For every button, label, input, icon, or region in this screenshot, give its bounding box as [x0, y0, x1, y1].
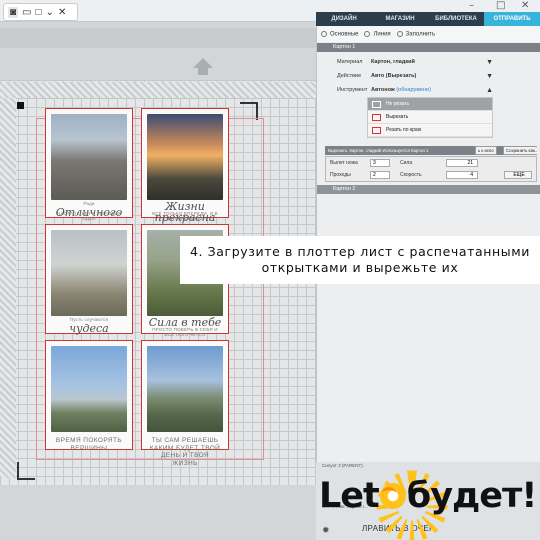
- mat-margin-top: [0, 82, 316, 98]
- nav-design[interactable]: ДИЗАЙН: [316, 12, 372, 26]
- speed-input[interactable]: 4: [446, 171, 478, 179]
- instruction-caption: 4. Загрузите в плоттер лист с распечатан…: [180, 236, 540, 284]
- more-button[interactable]: ЕЩЕ: [504, 171, 532, 179]
- tool-label: Инструмент: [337, 87, 368, 93]
- postcard-photo: [51, 230, 127, 316]
- gear-icon[interactable]: ✹: [322, 525, 330, 536]
- video-icon[interactable]: ▭: [22, 7, 31, 18]
- maximize-button[interactable]: □: [496, 0, 505, 12]
- chevron-down-icon[interactable]: ▼: [486, 59, 493, 66]
- speed-label: Скорость: [400, 172, 422, 178]
- passes-input[interactable]: 2: [370, 171, 390, 179]
- ruler: [0, 28, 316, 48]
- postcard-photo: [147, 114, 223, 200]
- caption-line-2: открытками и вырежьте их: [261, 260, 459, 275]
- minimize-button[interactable]: –: [469, 0, 474, 12]
- brand-logo: Let будет!: [316, 470, 540, 520]
- force-input[interactable]: 21: [446, 159, 478, 167]
- registration-corner-bottom-left: [17, 462, 35, 480]
- sheet1-header[interactable]: Картон 1: [317, 43, 540, 52]
- cut-parameters: Вылет ножа 3 Сила 21 Проходы 2 Скорость …: [325, 156, 537, 182]
- save-as-button[interactable]: Сохранить как...: [503, 146, 537, 155]
- registration-mark: [17, 102, 24, 109]
- dropdown-item-cut[interactable]: Вырезать: [368, 111, 492, 124]
- blade-input[interactable]: 3: [370, 159, 390, 167]
- sheet2-header[interactable]: Картон 2: [317, 185, 540, 194]
- snip-toolbar: ◙ ▭ □ ⌄ ✕: [3, 3, 78, 21]
- feed-arrow-stem: [198, 68, 208, 75]
- panel-tabs: Основные Линия Заполнить: [317, 26, 540, 42]
- caption-line-1: 4. Загрузите в плоттер лист с распечатан…: [189, 244, 531, 259]
- device-status: Силуэт 3 (PARENT): [322, 463, 363, 468]
- postcard[interactable]: Ради Отличного НАСТРОЕНИЯ И ХОРОШИХ ИДЕЙ: [45, 108, 133, 221]
- postcard-subtext: ВСЁ ТОЛЬКО ВПЕРЕДИ, И В ДАЛЬНЕЙШЕМ: [152, 211, 218, 221]
- action-value[interactable]: Авто (Вырезать): [371, 73, 416, 79]
- material-value[interactable]: Картон, гладкий: [371, 59, 415, 65]
- chevron-down-icon[interactable]: ▼: [486, 73, 493, 80]
- top-navigation: ДИЗАЙН МАГАЗИН БИБЛИОТЕКА ОТПРАВИТЬ: [316, 12, 540, 26]
- logo-sun-icon: [379, 483, 406, 509]
- postcard-photo: [51, 346, 127, 432]
- dropdown-item-cut-edge[interactable]: Резать по краю: [368, 124, 492, 137]
- postcard[interactable]: ВРЕМЯ ПОКОРЯТЬ ВЕРШИНЫ: [45, 340, 133, 452]
- chevron-down-icon[interactable]: ⌄: [46, 7, 54, 18]
- postcard[interactable]: Пусть случаются чудеса: [45, 224, 133, 334]
- apply-button[interactable]: ь к испо: [475, 146, 497, 155]
- nav-library[interactable]: БИБЛИОТЕКА: [428, 12, 484, 26]
- close-button[interactable]: ✕: [521, 0, 529, 12]
- nav-store[interactable]: МАГАЗИН: [372, 12, 428, 26]
- logo-text-budet: будет!: [406, 476, 538, 516]
- postcard-subtext: НАСТРОЕНИЯ И ХОРОШИХ ИДЕЙ: [57, 211, 121, 221]
- force-label: Сила: [400, 160, 413, 166]
- postcard-photo: [51, 114, 127, 200]
- close-icon[interactable]: ✕: [58, 7, 66, 18]
- rectangle-icon[interactable]: □: [36, 7, 42, 18]
- logo-text-let: Let: [319, 476, 380, 516]
- camera-icon[interactable]: ◙: [8, 6, 19, 18]
- action-label: Действие: [337, 73, 362, 79]
- app-window: { "titlebar": { "minimize": "–", "maximi…: [0, 0, 540, 540]
- postcard-text: ВРЕМЯ ПОКОРЯТЬ ВЕРШИНЫ: [55, 437, 123, 452]
- blade-label: Вылет ножа: [330, 160, 358, 166]
- tab-line[interactable]: Линия: [364, 30, 391, 37]
- tool-value[interactable]: Автонож (обнаружено): [371, 87, 431, 93]
- cut-mode-dropdown[interactable]: Не резать Вырезать Резать по краю: [367, 97, 493, 138]
- postcard-subtext: ПРОСТО ПОВЕРЬ В СЕБЯ И ВСЁ ПОЛУЧИТСЯ: [152, 327, 218, 337]
- postcard[interactable]: Жизни прекрасна ВСЁ ТОЛЬКО ВПЕРЕДИ, И В Д…: [141, 108, 229, 223]
- postcard-photo: [147, 346, 223, 432]
- chevron-up-icon[interactable]: ▲: [486, 87, 493, 94]
- mat-margin-left: [0, 98, 16, 478]
- postcard-text: ТЫ САМ РЕШАЕШЬ КАКИМ БУДЕТ ТВОЙ ДЕНЬ И Т…: [149, 437, 221, 467]
- cut-settings-title: Вырезать: Картон, гладкий Используется К…: [328, 148, 429, 153]
- tab-basic[interactable]: Основные: [321, 30, 358, 37]
- passes-label: Проходы: [330, 172, 351, 178]
- postcard-script-text: чудеса: [69, 322, 109, 335]
- feed-arrow-icon: [193, 58, 213, 68]
- cut-settings-bar: Вырезать: Картон, гладкий Используется К…: [325, 146, 537, 155]
- nav-send[interactable]: ОТПРАВИТЬ: [484, 12, 540, 26]
- tab-fill[interactable]: Заполнить: [396, 30, 435, 37]
- material-label: Материал: [337, 59, 363, 65]
- postcard[interactable]: ТЫ САМ РЕШАЕШЬ КАКИМ БУДЕТ ТВОЙ ДЕНЬ И Т…: [141, 340, 229, 467]
- dropdown-item-no-cut[interactable]: Не резать: [368, 98, 492, 111]
